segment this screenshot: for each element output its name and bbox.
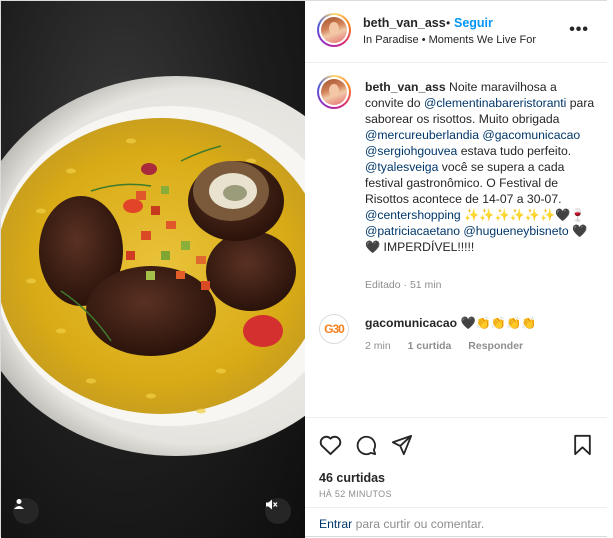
post-caption: beth_van_ass Noite maravilhosa a convite…	[365, 79, 597, 255]
mention-link[interactable]: @tyalesveiga	[365, 160, 438, 174]
login-link[interactable]: Entrar	[319, 517, 352, 531]
post-header: beth_van_ass • Seguir In Paradise • Mome…	[305, 1, 607, 63]
mention-link[interactable]: @gacomunicacao	[482, 128, 580, 142]
post-sidebar: beth_van_ass • Seguir In Paradise • Mome…	[305, 1, 607, 536]
post-dialog: beth_van_ass • Seguir In Paradise • Mome…	[0, 0, 607, 538]
caption-text: ✨✨✨✨✨✨🖤🍷	[460, 208, 586, 222]
comment-username[interactable]: gacomunicacao	[365, 316, 457, 330]
caption-meta: Editado · 51 min	[365, 279, 442, 291]
action-bar: 46 curtidas HÁ 52 MINUTOS	[305, 417, 607, 515]
user-icon	[14, 499, 24, 509]
commenter-avatar[interactable]: G30	[319, 314, 349, 344]
tagged-users-button[interactable]	[13, 498, 39, 524]
comment-body: 🖤👏👏👏👏	[457, 316, 537, 330]
login-hint: para curtir ou comentar.	[352, 517, 485, 531]
mention-link[interactable]: @mercureuberlandia	[365, 128, 479, 142]
likes-count[interactable]: 46 curtidas	[319, 471, 385, 485]
caption-username[interactable]: beth_van_ass	[365, 80, 446, 94]
mention-link[interactable]: @centershopping	[365, 208, 461, 222]
comments-section: beth_van_ass Noite maravilhosa a convite…	[305, 63, 607, 417]
mute-button[interactable]	[265, 498, 291, 524]
post-time[interactable]: HÁ 52 MINUTOS	[319, 489, 392, 499]
comment-icon[interactable]	[355, 434, 377, 456]
caption-text: estava tudo perfeito.	[457, 144, 572, 158]
risotto-photo	[1, 76, 305, 456]
volume-off-icon	[266, 499, 278, 510]
caption-avatar[interactable]	[317, 75, 351, 109]
share-icon[interactable]	[391, 434, 413, 456]
login-to-comment: Entrar para curtir ou comentar.	[305, 507, 607, 537]
comment-text: gacomunicacao 🖤👏👏👏👏	[365, 316, 536, 330]
mention-link[interactable]: @patriciacaetano	[365, 224, 460, 238]
location-link[interactable]: In Paradise • Moments We Live For	[363, 34, 536, 46]
reply-button[interactable]: Responder	[468, 340, 523, 352]
heart-icon[interactable]	[319, 434, 342, 456]
separator-dot: •	[446, 16, 451, 30]
author-username[interactable]: beth_van_ass	[363, 16, 446, 30]
author-avatar[interactable]	[317, 13, 351, 47]
commenter-logo: G30	[324, 322, 345, 336]
mention-link[interactable]: @clementinabareristoranti	[424, 96, 566, 110]
comment-meta: 2 min 1 curtida Responder	[365, 340, 537, 352]
mention-link[interactable]: @sergiohgouvea	[365, 144, 457, 158]
more-options-icon[interactable]: •••	[569, 21, 589, 39]
mention-link[interactable]: @hugueneybisneto	[463, 224, 568, 238]
follow-button[interactable]: Seguir	[454, 16, 493, 30]
post-image[interactable]	[1, 1, 305, 538]
bookmark-icon[interactable]	[573, 434, 592, 456]
comment-likes[interactable]: 1 curtida	[408, 340, 452, 352]
comment-time[interactable]: 2 min	[365, 340, 391, 352]
